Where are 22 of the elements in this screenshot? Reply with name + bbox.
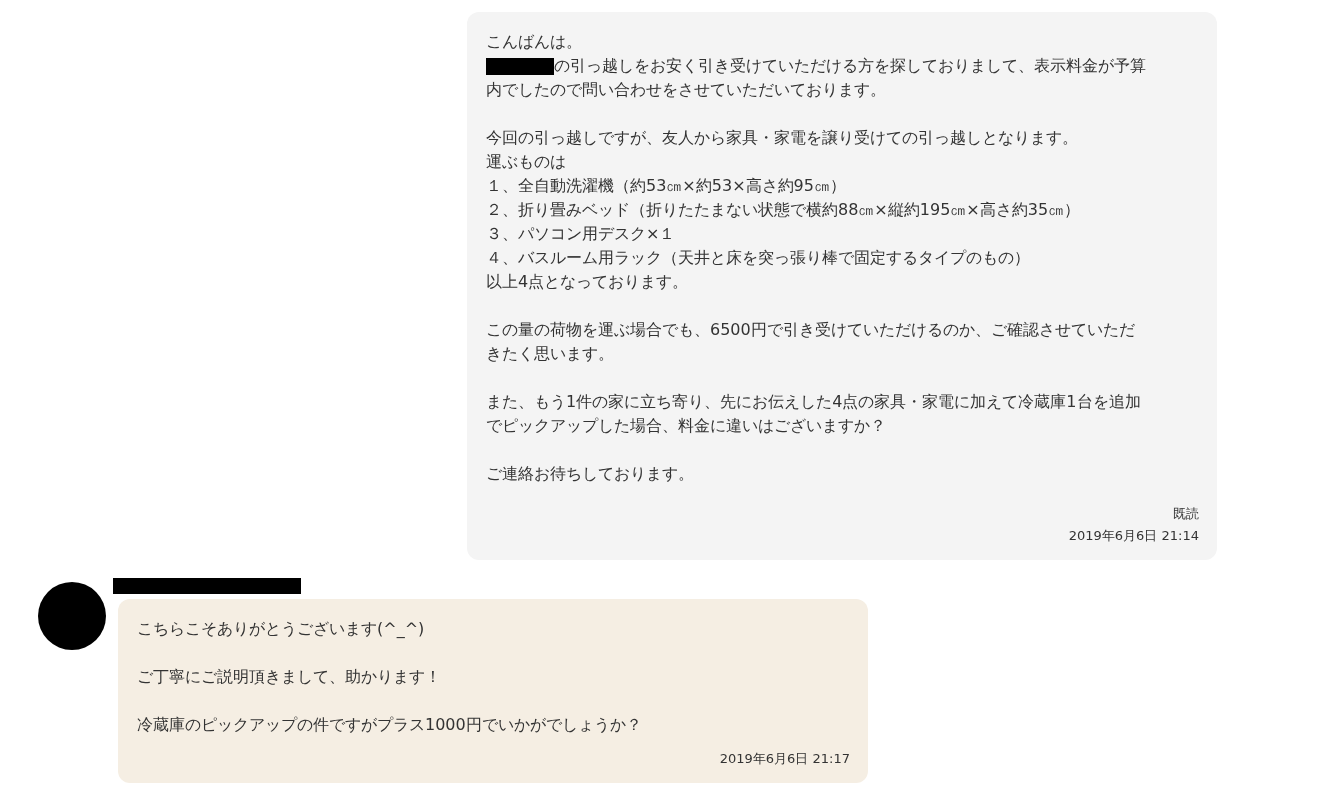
message-text: こちらこそありがとうございます(^_^) [137,618,426,640]
message-text: ３、パソコン用デスク×１ [486,223,677,245]
read-status: 既読 [1173,505,1199,523]
timestamp: 2019年6月6日 21:17 [719,750,850,768]
message-text: こんばんは。 [486,31,583,53]
message-text: でピックアップした場合、料金に違いはございますか？ [486,415,887,437]
message-text: 内でしたので問い合わせをさせていただいております。 [486,79,887,101]
message-text: 今回の引っ越しですが、友人から家具・家電を譲り受けての引っ越しとなります。 [486,127,1079,149]
message-text: ２、折り畳みベッド（折りたたまない状態で横約88㎝×縦約195㎝×高さ約35㎝） [486,199,1082,221]
message-text: １、全自動洗濯機（約53㎝×約53×高さ約95㎝） [486,175,847,197]
redaction-bar [486,57,554,75]
message-text: ご丁寧にご説明頂きまして、助かります！ [137,666,442,688]
message-text: きたく思います。 [486,343,615,365]
message-text: 運ぶものは [486,151,567,173]
message-text: この量の荷物を運ぶ場合でも、6500円で引き受けていただけるのか、ご確認させていただ [486,319,1136,341]
message-text: また、もう1件の家に立ち寄り、先にお伝えした4点の家具・家電に加えて冷蔵庫1台を追加 [486,391,1142,413]
message-text: ４、バスルーム用ラック（天井と床を突っ張り棒で固定するタイプのもの） [486,247,1031,269]
timestamp: 2019年6月6日 21:14 [1068,527,1199,545]
message-text: の引っ越しをお安く引き受けていただける方を探しておりまして、表示料金が予算 [554,55,1146,77]
message-text: ご連絡お待ちしております。 [486,463,695,485]
message-text: 以上4点となっております。 [486,271,690,293]
message-text: 冷蔵庫のピックアップの件ですがプラス1000円でいかがでしょうか？ [137,714,643,736]
